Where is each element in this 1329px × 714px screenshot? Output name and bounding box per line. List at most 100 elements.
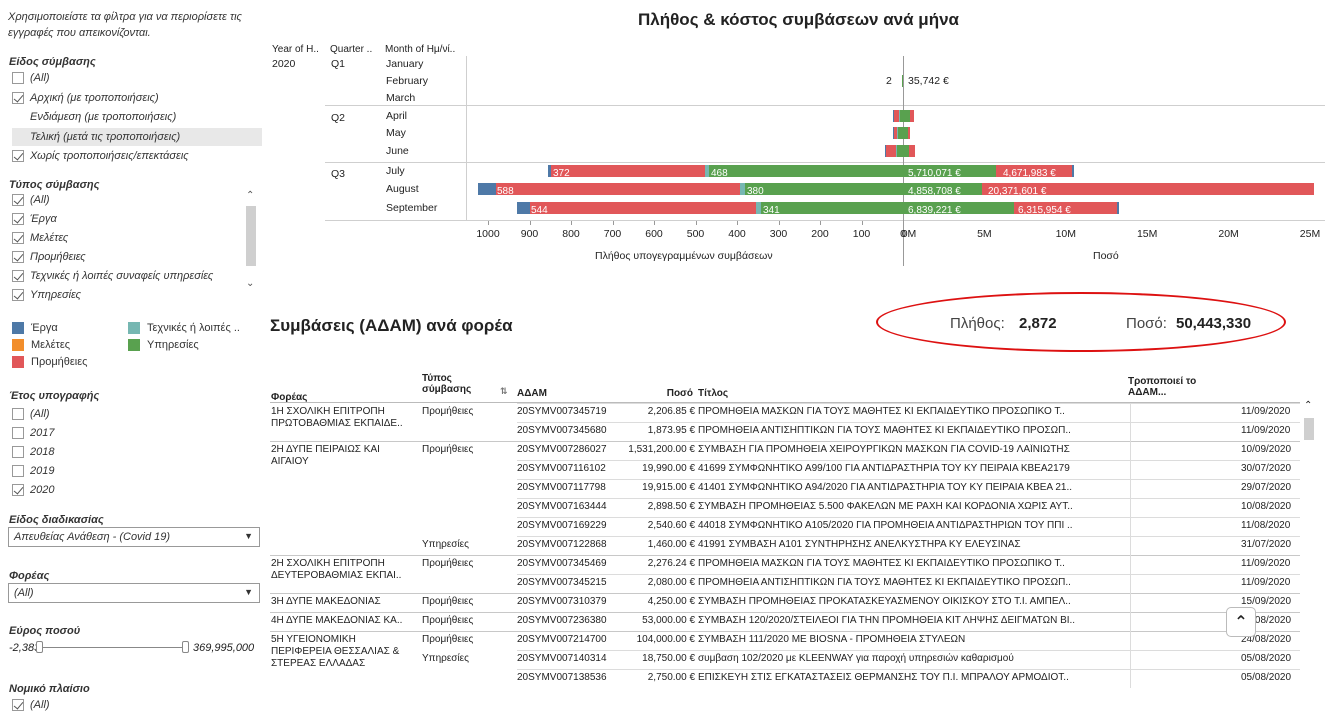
cell-modifies bbox=[1130, 631, 1234, 650]
checkbox[interactable] bbox=[12, 251, 24, 263]
amount-range-min-handle[interactable] bbox=[36, 641, 43, 653]
cell-modifies bbox=[1130, 593, 1234, 612]
count-bar[interactable] bbox=[897, 127, 899, 139]
scroll-down-icon[interactable]: ⌄ bbox=[246, 278, 254, 289]
count-bar[interactable] bbox=[893, 127, 894, 139]
scroll-up-icon[interactable]: ⌃ bbox=[1304, 400, 1312, 411]
procedure-dropdown[interactable]: Απευθείας Ανάθεση - (Covid 19) ▼ bbox=[8, 527, 260, 547]
body-dropdown[interactable]: (All) ▼ bbox=[8, 583, 260, 603]
cell-adam[interactable]: 20SYMV007236380 bbox=[517, 615, 607, 627]
table-scrollbar[interactable]: ⌃ bbox=[1302, 398, 1316, 703]
legend-swatch bbox=[12, 339, 24, 351]
checkbox[interactable] bbox=[12, 699, 24, 711]
checkbox[interactable] bbox=[12, 91, 24, 104]
checkbox[interactable] bbox=[12, 484, 24, 496]
contract-kind-option[interactable]: Αρχική (με τροποποιήσεις) bbox=[12, 89, 262, 107]
sign-year-option[interactable]: 2019 bbox=[12, 462, 262, 480]
count-bar[interactable] bbox=[896, 145, 903, 157]
cell-adam[interactable]: 20SYMV007140314 bbox=[517, 653, 607, 665]
checkbox[interactable] bbox=[12, 427, 24, 439]
scroll-up-icon[interactable]: ⌃ bbox=[246, 190, 254, 201]
cell-adam[interactable]: 20SYMV007345469 bbox=[517, 558, 607, 570]
contract-type-option[interactable]: Έργα bbox=[12, 210, 262, 228]
count-bar[interactable] bbox=[895, 145, 897, 157]
scroll-thumb[interactable] bbox=[246, 206, 256, 266]
filter-instructions: Χρησιμοποιείστε τα φίλτρα για να περιορί… bbox=[8, 11, 242, 39]
count-axis-tick: 400 bbox=[728, 228, 746, 240]
contract-type-option-label: Έργα bbox=[30, 213, 57, 225]
legend-item[interactable]: Τεχνικές ή λοιπές .. bbox=[128, 322, 240, 334]
count-bar[interactable] bbox=[892, 110, 894, 122]
cell-adam[interactable]: 20SYMV007286027 bbox=[517, 444, 607, 456]
cell-title: 41699 ΣΥΜΦΩΝΗΤΙΚΟ Α99/100 ΓΙΑ ΑΝΤΙΔΡΑΣΤΗ… bbox=[698, 463, 1070, 474]
col-header-type[interactable]: Τύπος σύμβασης bbox=[422, 373, 492, 395]
contract-kind-option[interactable]: Ενδιάμεση (με τροποποιήσεις) bbox=[12, 108, 262, 126]
contract-type-scrollbar[interactable]: ⌃ ⌄ bbox=[244, 190, 258, 295]
cell-type: Υπηρεσίες bbox=[422, 539, 469, 550]
checkbox[interactable] bbox=[12, 270, 24, 282]
contract-type-option[interactable]: Υπηρεσίες bbox=[12, 286, 262, 304]
checkbox[interactable] bbox=[12, 194, 24, 206]
cell-body: 4Η ΔΥΠΕ ΜΑΚΕΔΟΝΙΑΣ ΚΑ.. bbox=[271, 615, 403, 626]
contract-kind-option[interactable]: (All) bbox=[12, 69, 262, 87]
count-bar[interactable] bbox=[898, 110, 900, 122]
amount-axis-title: Ποσό bbox=[1093, 250, 1119, 262]
scroll-to-top-button[interactable]: ⌃ bbox=[1226, 607, 1256, 637]
legal-option-all[interactable]: (All) bbox=[12, 696, 262, 714]
month-label: January bbox=[386, 58, 424, 70]
legend-item[interactable]: Έργα bbox=[12, 322, 58, 334]
checkbox[interactable] bbox=[12, 213, 24, 225]
cell-adam[interactable]: 20SYMV007169229 bbox=[517, 520, 607, 532]
cell-adam[interactable]: 20SYMV007345215 bbox=[517, 577, 607, 589]
cell-type: Προμήθειες bbox=[422, 406, 474, 417]
col-header-title[interactable]: Τίτλος bbox=[698, 388, 728, 399]
col-header-modifies[interactable]: Τροποποιεί το ΑΔΑΜ... bbox=[1128, 376, 1208, 398]
count-axis-tick: 500 bbox=[686, 228, 705, 240]
checkbox[interactable] bbox=[12, 408, 24, 420]
contract-kind-option[interactable]: Χωρίς τροποποιήσεις/επεκτάσεις bbox=[12, 147, 262, 165]
scroll-thumb[interactable] bbox=[1304, 418, 1314, 440]
checkbox[interactable] bbox=[12, 289, 24, 301]
cell-adam[interactable]: 20SYMV007163444 bbox=[517, 501, 607, 513]
sign-year-option[interactable]: 2020 bbox=[12, 481, 262, 499]
cell-adam[interactable]: 20SYMV007116102 bbox=[517, 463, 606, 475]
cell-adam[interactable]: 20SYMV007117798 bbox=[517, 482, 606, 494]
count-bar[interactable] bbox=[886, 145, 896, 157]
contract-type-option[interactable]: Μελέτες bbox=[12, 229, 262, 247]
amount-range-max-handle[interactable] bbox=[182, 641, 189, 653]
sort-icon[interactable]: ⇅ bbox=[500, 386, 508, 397]
count-bar[interactable] bbox=[893, 127, 898, 139]
cell-adam[interactable]: 20SYMV007138536 bbox=[517, 672, 607, 684]
amount-bar[interactable] bbox=[908, 145, 916, 157]
checkbox[interactable] bbox=[12, 232, 24, 244]
contract-kind-option[interactable]: Τελική (μετά τις τροποποιήσεις) bbox=[12, 127, 262, 146]
cell-adam[interactable]: 20SYMV007122868 bbox=[517, 539, 607, 551]
col-header-adam[interactable]: ΑΔΑΜ bbox=[517, 388, 547, 399]
contract-type-option[interactable]: (All) bbox=[12, 191, 262, 209]
contract-type-option[interactable]: Τεχνικές ή λοιπές συναφείς υπηρεσίες bbox=[12, 267, 262, 285]
checkbox[interactable] bbox=[12, 446, 24, 458]
count-bar[interactable] bbox=[902, 75, 903, 87]
amount-data-label: 4,858,708 € bbox=[908, 186, 961, 197]
cell-adam[interactable]: 20SYMV007345719 bbox=[517, 406, 607, 418]
cell-adam[interactable]: 20SYMV007310379 bbox=[517, 596, 607, 608]
legend-item[interactable]: Μελέτες bbox=[12, 339, 70, 351]
sign-year-option[interactable]: (All) bbox=[12, 405, 262, 423]
legend-item[interactable]: Υπηρεσίες bbox=[128, 339, 199, 351]
contract-type-option[interactable]: Προμήθειες bbox=[12, 248, 262, 266]
legend-item[interactable]: Προμήθειες bbox=[12, 356, 87, 368]
amount-bar[interactable] bbox=[907, 127, 911, 139]
checkbox[interactable] bbox=[12, 150, 24, 162]
cell-adam[interactable]: 20SYMV007214700 bbox=[517, 634, 607, 646]
checkbox[interactable] bbox=[12, 72, 24, 84]
checkbox[interactable] bbox=[12, 465, 24, 477]
count-bar[interactable] bbox=[893, 110, 899, 122]
amount-bar[interactable] bbox=[909, 110, 915, 122]
sign-year-option[interactable]: 2017 bbox=[12, 424, 262, 442]
sign-year-option[interactable]: 2018 bbox=[12, 443, 262, 461]
cell-amount: 2,898.50 € bbox=[647, 501, 695, 512]
amount-range-track[interactable] bbox=[40, 647, 186, 648]
col-header-amount[interactable]: Ποσό bbox=[623, 388, 693, 399]
count-bar[interactable] bbox=[885, 145, 887, 157]
cell-adam[interactable]: 20SYMV007345680 bbox=[517, 425, 607, 437]
